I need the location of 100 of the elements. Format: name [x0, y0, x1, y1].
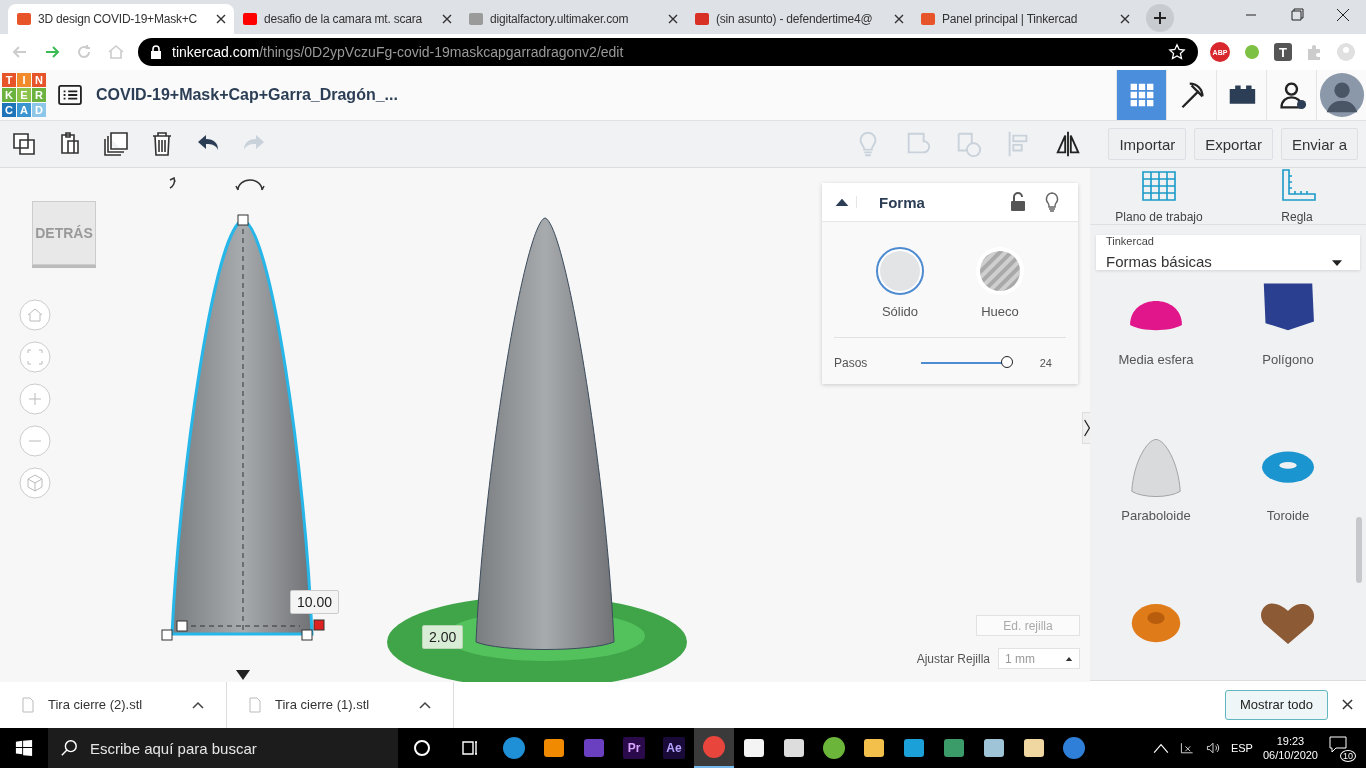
app-icon	[982, 736, 1006, 760]
toolbar-button[interactable]: Importar	[1108, 128, 1187, 160]
site-icon	[16, 11, 32, 27]
app-icon	[862, 736, 886, 760]
taskbar-app[interactable]: Pr	[614, 728, 654, 768]
steps-value: 24	[1039, 357, 1052, 369]
resize-handle[interactable]	[237, 214, 249, 226]
notification-button[interactable]: 10	[1328, 734, 1356, 762]
resize-handle[interactable]	[176, 620, 188, 632]
close-icon[interactable]	[894, 14, 904, 24]
task-view-icon[interactable]	[460, 738, 480, 758]
star-icon[interactable]	[1168, 43, 1186, 61]
close-icon[interactable]	[668, 14, 678, 24]
resize-handle[interactable]	[313, 619, 325, 631]
site-icon	[242, 11, 258, 27]
rotate-arrow-icon[interactable]	[169, 177, 176, 189]
app-icon	[782, 736, 806, 760]
duplicate-icon[interactable]	[102, 130, 130, 158]
logo[interactable]: T I N K E R C A D	[2, 73, 46, 117]
lock-icon	[150, 45, 162, 59]
avatar-icon	[1318, 72, 1365, 118]
browser-tab[interactable]: desafio de la camara mt. scara	[234, 4, 460, 34]
workplane-tool[interactable]: Plano de trabajo	[1090, 168, 1228, 224]
move-arrow-icon[interactable]	[236, 670, 250, 680]
app-icon	[942, 736, 966, 760]
solid-swatch-icon	[875, 246, 925, 296]
app-icon	[1022, 736, 1046, 760]
list-icon[interactable]	[58, 85, 82, 105]
nav-button[interactable]	[1316, 70, 1366, 120]
app-icon	[542, 736, 566, 760]
dimension-field[interactable]: 10.00	[290, 590, 340, 614]
close-icon[interactable]	[1120, 14, 1130, 24]
caret-icon	[1065, 656, 1073, 661]
close-icon[interactable]	[216, 14, 226, 24]
app-icon	[822, 736, 846, 760]
ruler-tool[interactable]: Regla	[1228, 168, 1366, 224]
caret-icon	[1332, 260, 1342, 267]
notification-count: 10	[1340, 750, 1356, 762]
lightbulb-icon[interactable]	[1044, 192, 1060, 212]
search-icon	[60, 739, 78, 757]
browser-tab[interactable]: Panel principal | Tinkercad	[912, 4, 1138, 34]
category-dropdown[interactable]: Tinkercad Formas básicas	[1096, 235, 1360, 270]
resize-handle[interactable]	[161, 629, 173, 641]
show-all-button[interactable]: Mostrar todo	[1225, 689, 1328, 720]
solid-option[interactable]: Sólido	[870, 246, 930, 319]
close-icon[interactable]	[1342, 699, 1353, 710]
address-bar[interactable]: tinkercad.com/things/0D2ypVczuFg-covid-19maskcapgarradragonv2/edit	[138, 38, 1198, 66]
app-icon	[582, 736, 606, 760]
design-canvas[interactable]: DETRÁS 10.00 2.00 Forma Sólido Hueco Pasos 24 Ed. rejilla Ajustar Rejilla 1 mm	[0, 168, 1090, 682]
app-icon	[902, 736, 926, 760]
toolbar-button[interactable]: Exportar	[1194, 128, 1273, 160]
hole-option[interactable]: Hueco	[970, 246, 1030, 319]
rotate-arrow-icon[interactable]	[235, 179, 265, 191]
scrollbar[interactable]	[1356, 517, 1362, 583]
category-label: Tinkercad	[1106, 235, 1155, 247]
panel-toggle[interactable]	[1082, 412, 1090, 444]
app-icon	[502, 736, 526, 760]
resize-handle[interactable]	[301, 629, 313, 641]
grid-plane-icon	[1139, 168, 1179, 204]
shape-item[interactable]: Media esfera	[1090, 280, 1222, 410]
copy-icon[interactable]	[10, 130, 38, 158]
extension-button[interactable]: T	[1274, 43, 1292, 61]
browser-tab[interactable]: (sin asunto) - defendertime4@	[686, 4, 912, 34]
caret-icon	[192, 700, 204, 709]
close-icon[interactable]	[442, 14, 452, 24]
app-icon	[742, 736, 766, 760]
taskbar-search-field[interactable]: Escribe aquí para buscar	[48, 728, 398, 768]
taskbar-app[interactable]: Ae	[654, 728, 694, 768]
cortana-icon[interactable]	[412, 738, 432, 758]
shape-item[interactable]: Paraboloide	[1090, 436, 1222, 566]
collapse-icon[interactable]	[834, 196, 857, 208]
site-icon	[694, 11, 710, 27]
shape-item[interactable]: Toroide	[1222, 436, 1354, 566]
file-icon	[249, 696, 261, 713]
hole-swatch-icon	[975, 246, 1025, 296]
windows-start-icon[interactable]	[15, 739, 33, 757]
shape-item[interactable]: Polígono	[1222, 280, 1354, 410]
file-icon	[22, 696, 34, 713]
network-icon[interactable]	[1178, 740, 1195, 756]
site-icon	[920, 11, 936, 27]
design-title[interactable]: COVID-19+Mask+Cap+Garra_Dragón_...	[96, 86, 398, 104]
language-indicator[interactable]: ESP	[1230, 742, 1253, 754]
chat-icon	[1328, 734, 1348, 754]
chevron-icon	[1083, 418, 1090, 438]
app-icon	[702, 735, 726, 759]
new-tab-icon[interactable]	[1146, 4, 1174, 32]
browser-tab[interactable]: 3D design COVID-19+Mask+C	[8, 4, 234, 34]
steps-label: Pasos	[834, 356, 869, 370]
dimension-field[interactable]: 2.00	[422, 625, 464, 649]
browser-tab[interactable]: digitalfactory.ultimaker.com	[460, 4, 686, 34]
cone-shape[interactable]	[475, 217, 615, 650]
site-icon	[468, 11, 484, 27]
url-text: tinkercad.com/things/0D2ypVczuFg-covid-19maskcapgarradragonv2/edit	[172, 44, 625, 60]
clock[interactable]: 19:23 06/10/2020	[1262, 734, 1318, 762]
snap-grid-label: Ajustar Rejilla	[916, 651, 990, 666]
caret-icon	[419, 700, 431, 709]
toolbar-button[interactable]: Enviar a	[1280, 128, 1358, 160]
speaker-icon[interactable]	[1204, 740, 1221, 756]
category-value: Formas básicas	[1106, 253, 1212, 270]
unlocked-padlock-icon[interactable]	[1010, 192, 1026, 212]
